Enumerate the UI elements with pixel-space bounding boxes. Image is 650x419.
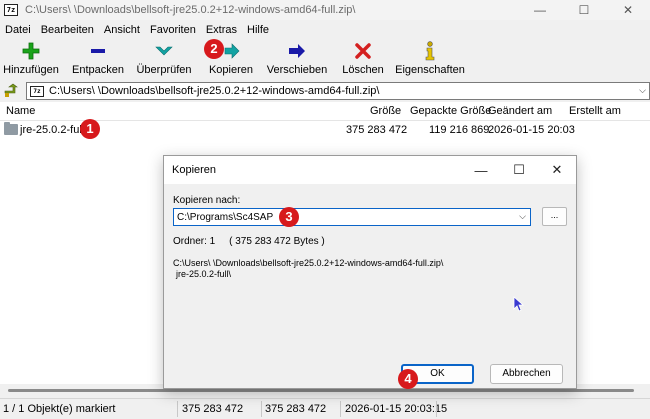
- copy-arrow-icon: [221, 40, 241, 62]
- status-divider: [436, 401, 437, 417]
- extract-button[interactable]: Entpacken: [72, 40, 124, 76]
- 7zip-app-icon: 7z: [4, 4, 18, 16]
- status-packed: 375 283 472: [265, 403, 327, 415]
- move-label: Verschieben: [266, 64, 328, 76]
- column-name[interactable]: Name: [6, 105, 35, 117]
- menu-tools[interactable]: Extras: [201, 21, 242, 39]
- extract-label: Entpacken: [72, 64, 124, 76]
- info-label: Eigenschaften: [395, 64, 465, 76]
- chevron-down-icon[interactable]: ⌵: [639, 85, 646, 96]
- test-button[interactable]: Überprüfen: [136, 40, 192, 76]
- minus-icon: [89, 40, 107, 62]
- status-divider: [177, 401, 178, 417]
- folder-icon: [4, 122, 18, 135]
- status-size: 375 283 472: [182, 403, 244, 415]
- folder-info: Ordner: 1 ( 375 283 472 Bytes ): [173, 236, 325, 247]
- dialog-controls: — ☐ ✕: [462, 156, 576, 184]
- check-icon: [154, 40, 174, 62]
- minimize-button[interactable]: —: [518, 0, 562, 20]
- menu-help[interactable]: Hilfe: [242, 21, 274, 39]
- delete-label: Löschen: [342, 64, 384, 76]
- mouse-cursor-icon: [513, 296, 525, 315]
- up-folder-icon[interactable]: [3, 83, 19, 99]
- column-size[interactable]: Größe: [370, 105, 401, 117]
- info-button[interactable]: Eigenschaften: [395, 40, 465, 76]
- target-path-value: C:\Programs\Sc4SAP: [177, 211, 274, 223]
- copy-dialog: Kopieren — ☐ ✕ Kopieren nach: C:\Program…: [163, 155, 577, 389]
- step-marker-4: 4: [398, 369, 418, 389]
- source-folder: jre-25.0.2-full\: [176, 269, 232, 279]
- column-modified[interactable]: Geändert am: [488, 105, 552, 117]
- scrollbar-thumb[interactable]: [8, 389, 634, 392]
- window-controls: — ☐ ✕: [518, 0, 650, 20]
- cancel-button[interactable]: Abbrechen: [490, 364, 563, 384]
- move-arrow-icon: [287, 40, 307, 62]
- address-path: C:\Users\ \Downloads\bellsoft-jre25.0.2+…: [49, 85, 380, 97]
- delete-x-icon: [354, 40, 372, 62]
- status-bar: 1 / 1 Objekt(e) markiert 375 283 472 375…: [0, 398, 650, 419]
- address-bar: 7z C:\Users\ \Downloads\bellsoft-jre25.0…: [0, 81, 650, 101]
- list-header: Name Größe Gepackte Größe Geändert am Er…: [0, 102, 650, 121]
- source-path: C:\Users\ \Downloads\bellsoft-jre25.0.2+…: [173, 258, 444, 268]
- move-button[interactable]: Verschieben: [266, 40, 328, 76]
- menu-bar: Datei Bearbeiten Ansicht Favoriten Extra…: [0, 21, 274, 39]
- menu-file[interactable]: Datei: [0, 21, 36, 39]
- status-date: 2026-01-15 20:03:15: [345, 403, 448, 415]
- item-modified: 2026-01-15 20:03: [488, 124, 575, 136]
- toolbar: Hinzufügen Entpacken Überprüfen Kopieren…: [0, 40, 650, 80]
- chevron-down-icon[interactable]: ⌵: [519, 211, 526, 222]
- delete-button[interactable]: Löschen: [342, 40, 384, 76]
- item-name: jre-25.0.2-full: [20, 124, 85, 136]
- plus-icon: [22, 40, 40, 62]
- title-bar: 7z C:\Users\ \Downloads\bellsoft-jre25.0…: [0, 0, 650, 20]
- status-divider: [340, 401, 341, 417]
- column-packed[interactable]: Gepackte Größe: [410, 105, 491, 117]
- menu-edit[interactable]: Bearbeiten: [36, 21, 99, 39]
- menu-favorites[interactable]: Favoriten: [145, 21, 201, 39]
- step-marker-2: 2: [204, 39, 224, 59]
- step-marker-1: 1: [80, 119, 100, 139]
- item-packed: 119 216 869: [429, 124, 490, 136]
- address-input[interactable]: 7z C:\Users\ \Downloads\bellsoft-jre25.0…: [26, 82, 650, 100]
- dialog-title-bar: Kopieren — ☐ ✕: [164, 156, 576, 184]
- target-label: Kopieren nach:: [173, 195, 241, 206]
- add-button[interactable]: Hinzufügen: [3, 40, 59, 76]
- window-title: C:\Users\ \Downloads\bellsoft-jre25.0.2+…: [25, 4, 356, 16]
- target-path-input[interactable]: C:\Programs\Sc4SAP ⌵: [173, 208, 531, 226]
- dialog-close-button[interactable]: ✕: [538, 156, 576, 184]
- maximize-button[interactable]: ☐: [562, 0, 606, 20]
- dialog-maximize-button[interactable]: ☐: [500, 156, 538, 184]
- step-marker-3: 3: [279, 207, 299, 227]
- dialog-title: Kopieren: [172, 164, 217, 176]
- dialog-minimize-button[interactable]: —: [462, 156, 500, 184]
- add-label: Hinzufügen: [3, 64, 59, 76]
- status-selection: 1 / 1 Objekt(e) markiert: [3, 403, 116, 415]
- test-label: Überprüfen: [136, 64, 192, 76]
- close-button[interactable]: ✕: [606, 0, 650, 20]
- item-size: 375 283 472: [346, 124, 408, 136]
- browse-button[interactable]: ...: [542, 207, 567, 226]
- copy-label: Kopieren: [208, 64, 254, 76]
- column-created[interactable]: Erstellt am: [569, 105, 621, 117]
- info-icon: [423, 40, 437, 62]
- status-divider: [261, 401, 262, 417]
- menu-view[interactable]: Ansicht: [99, 21, 145, 39]
- archive-icon: 7z: [30, 85, 44, 97]
